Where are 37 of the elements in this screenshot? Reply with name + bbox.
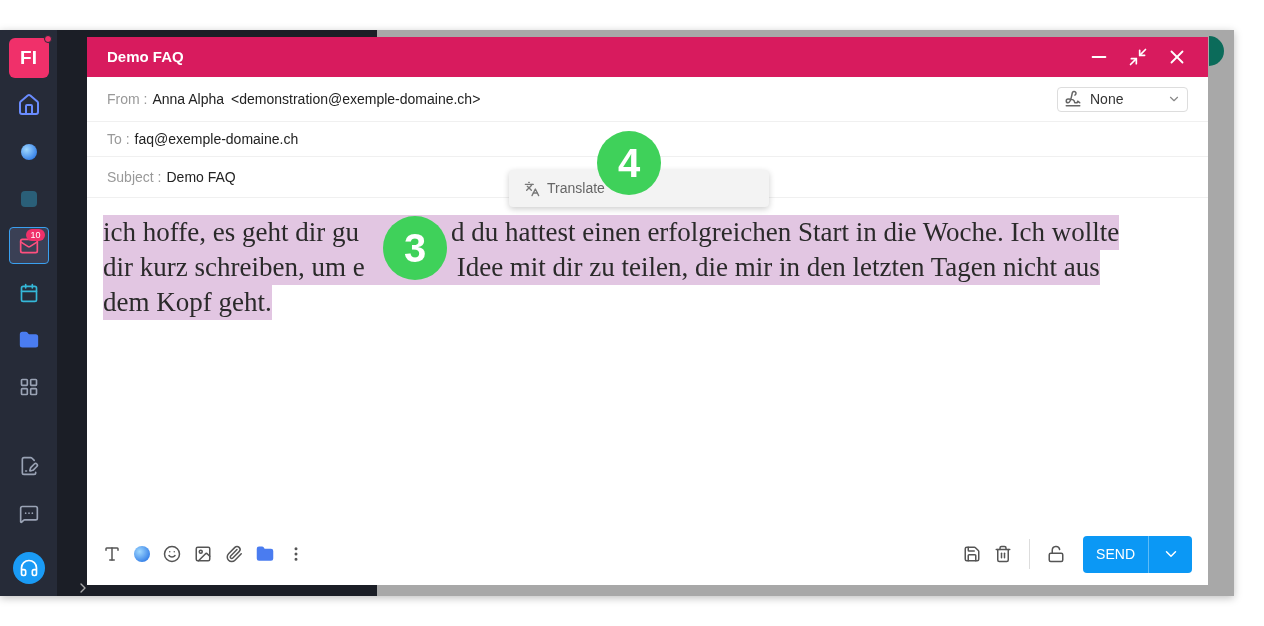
window-title: Demo FAQ [107, 46, 184, 67]
image-icon[interactable] [194, 545, 212, 563]
sender-name: Anna Alpha [152, 89, 225, 109]
body-text: ich hoffe, es geht dir gu [103, 216, 359, 249]
send-options-button[interactable] [1148, 535, 1192, 573]
home-icon [16, 92, 41, 117]
folder-icon [18, 329, 39, 350]
send-button[interactable]: SEND [1083, 535, 1148, 573]
unlock-icon[interactable] [1047, 545, 1066, 563]
body-text: Idee mit dir zu teilen, die mir in den letzten Tagen nicht aus [456, 251, 1100, 284]
support-icon [12, 552, 45, 584]
folder-icon[interactable] [256, 545, 274, 563]
app-logo[interactable]: FI [8, 38, 49, 78]
recipient-field[interactable]: faq@exemple-domaine.ch [134, 128, 299, 150]
emoji-icon[interactable] [163, 545, 181, 563]
sidebar-item[interactable]: 10 [8, 227, 49, 264]
unread-badge: 10 [26, 229, 45, 241]
body-text: dir kurz schreiben, um e [103, 251, 365, 284]
collapse-icon[interactable] [1128, 47, 1148, 67]
save-icon[interactable] [963, 545, 982, 563]
from-label: From : [107, 89, 148, 109]
body-text: dem Kopf geht. [103, 286, 272, 319]
chat-icon [18, 504, 39, 524]
user-avatar[interactable] [1209, 36, 1224, 66]
text-format-icon[interactable] [103, 545, 121, 563]
subject-label: Subject : [107, 167, 162, 187]
trash-icon[interactable] [994, 545, 1013, 563]
subject-field[interactable]: Demo FAQ [166, 166, 236, 188]
signature-icon [1064, 90, 1082, 108]
sender-address: <demonstration@exemple-domaine.ch> [231, 89, 481, 109]
calendar-icon [18, 282, 39, 303]
apps-icon [18, 376, 39, 397]
translate-icon [524, 180, 540, 197]
paperclip-icon[interactable] [225, 545, 243, 563]
signature-select[interactable]: None [1057, 86, 1188, 112]
body-text: d du hattest einen erfolgreichen Start in die Woche. Ich wollte [450, 216, 1120, 249]
to-label: To : [107, 129, 130, 149]
